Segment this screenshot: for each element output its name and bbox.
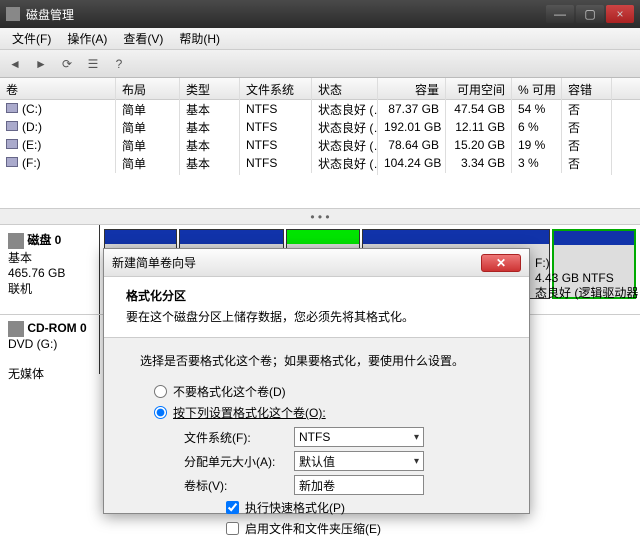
refresh-icon[interactable]: ⟳ [58, 55, 76, 73]
volume-label-label: 卷标(V): [184, 477, 294, 494]
back-icon[interactable]: ◄ [6, 55, 24, 73]
col-free[interactable]: 可用空间 [446, 78, 512, 99]
minimize-button[interactable]: — [546, 5, 574, 23]
allocation-select[interactable]: 默认值 [294, 451, 424, 471]
disk0-status: 联机 [8, 282, 32, 296]
cdrom-info: CD-ROM 0 DVD (G:) 无媒体 [0, 315, 100, 374]
wizard-close-button[interactable]: ✕ [481, 254, 521, 272]
menu-help[interactable]: 帮助(H) [171, 28, 228, 49]
help-icon[interactable]: ? [110, 55, 128, 73]
filesystem-select[interactable]: NTFS [294, 427, 424, 447]
disk0-size: 465.76 GB [8, 266, 65, 280]
option-no-format[interactable]: 不要格式化这个卷(D) [154, 383, 493, 400]
maximize-button[interactable]: ▢ [576, 5, 604, 23]
cdrom-status: 无媒体 [8, 367, 44, 381]
chk-quick-format[interactable] [226, 501, 239, 514]
col-fault[interactable]: 容错 [562, 78, 612, 99]
wizard-titlebar: 新建简单卷向导 ✕ [104, 249, 529, 277]
disk0-kind: 基本 [8, 251, 32, 265]
allocation-label: 分配单元大小(A): [184, 453, 294, 470]
volume-row[interactable]: (F:)简单基本NTFS状态良好 (…104.24 GB3.34 GB3 %否 [0, 154, 640, 172]
titlebar: 磁盘管理 — ▢ × [0, 0, 640, 28]
disk0-info: 磁盘 0 基本 465.76 GB 联机 [0, 225, 100, 314]
selected-partition-info: F:) 4.43 GB NTFS 态良好 (逻辑驱动器 [535, 256, 638, 301]
col-filesystem[interactable]: 文件系统 [240, 78, 312, 99]
wizard-subheading: 要在这个磁盘分区上储存数据，您必须先将其格式化。 [126, 308, 507, 325]
toolbar: ◄ ► ⟳ ☰ ? [0, 50, 640, 78]
horizontal-scrollbar[interactable]: • • • [0, 208, 640, 224]
menubar: 文件(F) 操作(A) 查看(V) 帮助(H) [0, 28, 640, 50]
radio-format[interactable] [154, 406, 167, 419]
menu-file[interactable]: 文件(F) [4, 28, 59, 49]
window-title: 磁盘管理 [26, 6, 74, 23]
disk-icon [8, 233, 24, 249]
col-percent[interactable]: % 可用 [512, 78, 562, 99]
col-volume[interactable]: 卷 [0, 78, 116, 99]
volume-label-input[interactable]: 新加卷 [294, 475, 424, 495]
option-format[interactable]: 按下列设置格式化这个卷(O): [154, 404, 493, 421]
col-layout[interactable]: 布局 [116, 78, 180, 99]
cdrom-icon [8, 321, 24, 337]
wizard-title: 新建简单卷向导 [112, 254, 196, 271]
menu-action[interactable]: 操作(A) [59, 28, 115, 49]
properties-icon[interactable]: ☰ [84, 55, 102, 73]
menu-view[interactable]: 查看(V) [115, 28, 171, 49]
filesystem-label: 文件系统(F): [184, 429, 294, 446]
cdrom-sub: DVD (G:) [8, 337, 57, 351]
wizard-heading: 格式化分区 [126, 287, 507, 304]
cdrom-name: CD-ROM 0 [27, 321, 86, 335]
col-type[interactable]: 类型 [180, 78, 240, 99]
radio-no-format[interactable] [154, 385, 167, 398]
volume-list: 卷 布局 类型 文件系统 状态 容量 可用空间 % 可用 容错 (C:)简单基本… [0, 78, 640, 208]
compression-checkbox[interactable]: 启用文件和文件夹压缩(E) [226, 520, 493, 537]
quick-format-checkbox[interactable]: 执行快速格式化(P) [226, 499, 493, 516]
forward-icon[interactable]: ► [32, 55, 50, 73]
col-status[interactable]: 状态 [312, 78, 378, 99]
close-button[interactable]: × [606, 5, 634, 23]
wizard-body: 选择是否要格式化这个卷；如果要格式化，要使用什么设置。 不要格式化这个卷(D) … [104, 338, 529, 551]
app-icon [6, 7, 20, 21]
col-capacity[interactable]: 容量 [378, 78, 446, 99]
wizard-header: 格式化分区 要在这个磁盘分区上储存数据，您必须先将其格式化。 [104, 277, 529, 338]
disk0-name: 磁盘 0 [27, 233, 61, 247]
wizard-intro: 选择是否要格式化这个卷；如果要格式化，要使用什么设置。 [140, 352, 493, 369]
format-wizard-dialog: 新建简单卷向导 ✕ 格式化分区 要在这个磁盘分区上储存数据，您必须先将其格式化。… [103, 248, 530, 514]
chk-compression[interactable] [226, 522, 239, 535]
